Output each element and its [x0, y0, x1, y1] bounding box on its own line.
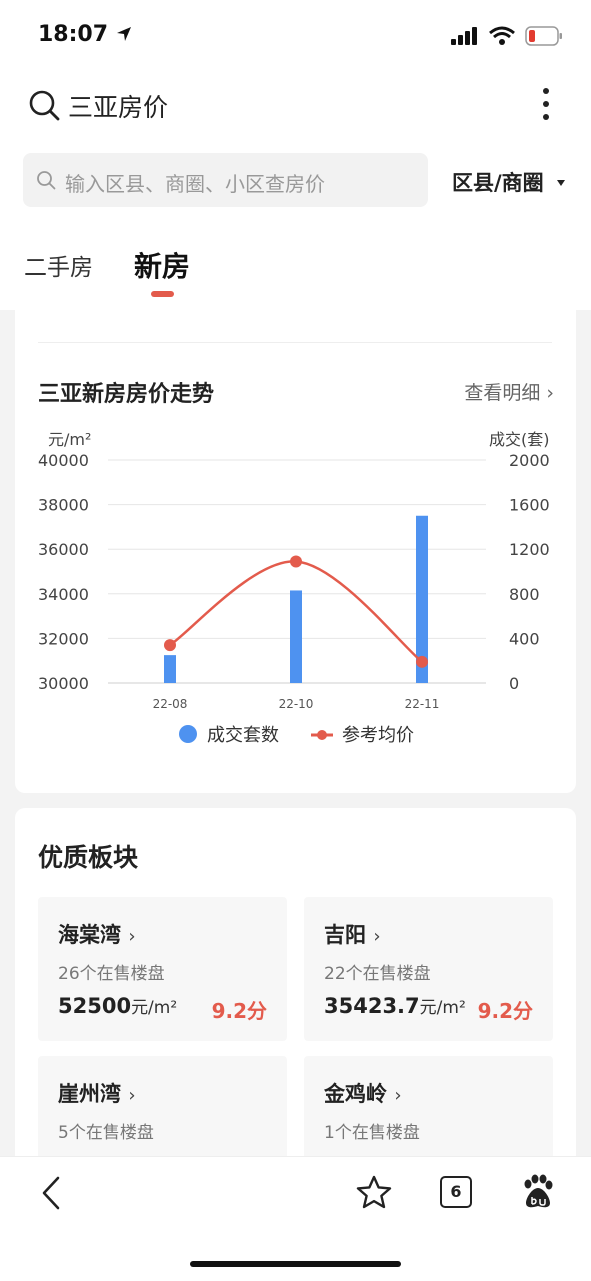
price-point-22-10: [290, 555, 302, 568]
price-trend-card: 三亚新房房价走势 查看明细 › 元/m² 成交(套) 40000 2000 38000 1…: [15, 310, 576, 793]
x-tick-label: 22-10: [279, 697, 314, 711]
district-filter-label: 区县/商圈: [452, 171, 544, 195]
legend-line-label: 参考均价: [342, 725, 414, 746]
right-tick-label: 1200: [509, 540, 550, 559]
status-time-text: 18:07: [38, 22, 109, 47]
right-tick-label: 1600: [509, 496, 550, 515]
view-detail-link[interactable]: 查看明细 ›: [464, 378, 554, 405]
left-tick-label: 30000: [38, 674, 89, 693]
x-tick-label: 22-08: [153, 697, 188, 711]
right-tick-label: 2000: [509, 451, 550, 470]
area-name-text: 海棠湾: [58, 923, 121, 947]
right-axis-unit: 成交(套): [489, 430, 550, 449]
bar-22-08: [164, 655, 176, 683]
left-tick-label: 38000: [38, 496, 89, 515]
area-count: 5个在售楼盘: [58, 1123, 154, 1143]
home-indicator: [190, 1261, 401, 1267]
legend-line-dot: [317, 730, 327, 740]
tab-second-hand[interactable]: 二手房: [24, 248, 93, 282]
area-card-jiyang[interactable]: 吉阳 › 22个在售楼盘 35423.7元/m² 9.2分: [304, 897, 553, 1041]
right-tick-label: 0: [509, 674, 519, 693]
search-row: 输入区县、商圈、小区查房价 区县/商圈: [0, 138, 591, 220]
area-price-unit: 元/m²: [131, 998, 178, 1018]
area-name: 金鸡岭 ›: [324, 1078, 402, 1108]
area-name-text: 金鸡岭: [324, 1082, 387, 1106]
area-name-text: 吉阳: [324, 923, 366, 947]
app-header: 三亚房价: [0, 72, 591, 139]
price-point-22-08: [164, 639, 176, 652]
chevron-right-icon: ›: [128, 1085, 136, 1106]
tabs-count-button[interactable]: 6: [440, 1176, 472, 1208]
divider: [38, 342, 552, 343]
right-tick-label: 800: [509, 585, 540, 604]
search-field-icon: [37, 171, 56, 190]
area-name: 吉阳 ›: [324, 919, 381, 949]
star-favorite-icon[interactable]: [356, 1175, 392, 1209]
browser-toolbar: 6: [0, 1156, 591, 1281]
tab-new-house[interactable]: 新房: [134, 245, 190, 285]
area-count: 22个在售楼盘: [324, 964, 431, 984]
area-price-unit: 元/m²: [419, 998, 466, 1018]
legend-bar-label: 成交套数: [207, 725, 279, 746]
area-count: 1个在售楼盘: [324, 1123, 420, 1143]
battery-icon: [525, 26, 562, 46]
more-menu-icon[interactable]: [538, 86, 554, 122]
price-point-22-11: [416, 655, 428, 668]
caret-down-icon: [556, 180, 565, 186]
legend-bar-marker: [179, 725, 197, 743]
status-icons: [451, 26, 563, 46]
search-input[interactable]: 输入区县、商圈、小区查房价: [23, 153, 428, 207]
left-axis-unit: 元/m²: [48, 430, 91, 449]
area-name: 崖州湾 ›: [58, 1078, 136, 1108]
x-tick-label: 22-11: [405, 697, 440, 711]
area-card-haitangwan[interactable]: 海棠湾 › 26个在售楼盘 52500元/m² 9.2分: [38, 897, 287, 1041]
search-placeholder: 输入区县、商圈、小区查房价: [65, 172, 325, 196]
right-tick-label: 400: [509, 629, 540, 648]
active-tab-indicator: [151, 291, 174, 297]
area-price: 52500元/m²: [58, 993, 177, 1018]
tab-bar: 二手房 新房: [0, 220, 591, 310]
price-trend-chart: 元/m² 成交(套) 40000 2000 38000 1600 36000 1200 3400…: [38, 430, 550, 746]
area-price-value: 35423.7: [324, 994, 420, 1018]
district-filter-button[interactable]: 区县/商圈: [452, 167, 567, 197]
status-bar: 18:07: [0, 0, 591, 72]
left-tick-label: 32000: [38, 629, 89, 648]
area-price-value: 52500: [58, 994, 132, 1018]
location-arrow-icon: [116, 27, 131, 41]
area-name-text: 崖州湾: [58, 1082, 121, 1106]
chevron-right-icon: ›: [128, 926, 136, 947]
back-arrow-icon[interactable]: [38, 1175, 64, 1211]
left-tick-label: 34000: [38, 585, 89, 604]
area-score: 9.2分: [211, 999, 267, 1023]
signal-icon: [451, 27, 477, 45]
area-price: 35423.7元/m²: [324, 993, 466, 1018]
chevron-right-icon: ›: [373, 926, 381, 947]
page-title: 三亚房价: [68, 93, 169, 122]
baidu-paw-icon[interactable]: [522, 1174, 554, 1210]
search-icon[interactable]: [28, 89, 60, 121]
left-tick-label: 36000: [38, 540, 89, 559]
wifi-icon: [489, 26, 515, 45]
bar-22-10: [290, 590, 302, 683]
chart-title: 三亚新房房价走势: [38, 382, 215, 407]
tabs-count: 6: [450, 1182, 462, 1201]
area-score: 9.2分: [477, 999, 533, 1023]
left-tick-label: 40000: [38, 451, 89, 470]
chevron-right-icon: ›: [394, 1085, 402, 1106]
status-time: 18:07: [38, 22, 132, 47]
section-title: 优质板块: [38, 843, 139, 872]
area-count: 26个在售楼盘: [58, 964, 165, 984]
area-name: 海棠湾 ›: [58, 919, 136, 949]
